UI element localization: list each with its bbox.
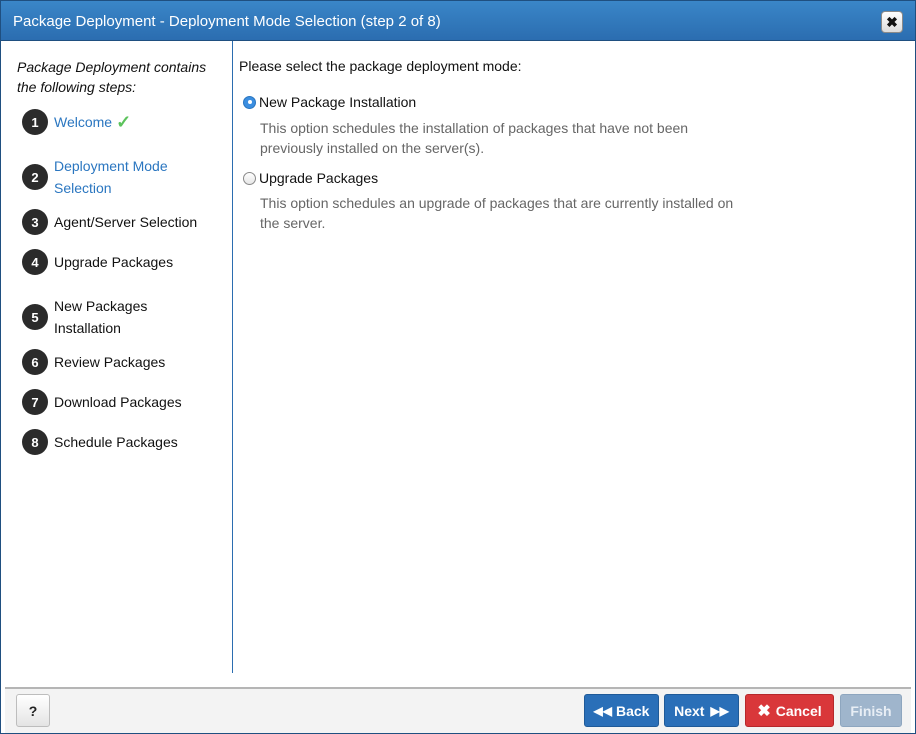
next-label: Next [674, 702, 705, 719]
step-agent-server-selection: 3 Agent/Server Selection [22, 209, 227, 235]
dialog-footer: ? ◀◀ Back Next ▶▶ ✖ Cancel Finish [5, 687, 911, 733]
option-label[interactable]: Upgrade Packages [259, 170, 378, 186]
finish-label: Finish [850, 702, 892, 719]
option-description: This option schedules an upgrade of pack… [260, 195, 734, 231]
step-label[interactable]: Deployment Mode Selection [54, 155, 204, 199]
step-deployment-mode-selection[interactable]: 2 Deployment Mode Selection [22, 155, 227, 199]
step-number-badge: 1 [22, 109, 48, 135]
cancel-label: Cancel [775, 702, 822, 719]
close-icon: ✖ [886, 13, 898, 30]
main-content: Please select the package deployment mod… [239, 41, 909, 673]
step-label: Upgrade Packages [54, 254, 174, 270]
upgrade-packages-radio[interactable] [243, 171, 256, 185]
sidebar-intro: Package Deployment contains the followin… [17, 59, 207, 95]
next-button[interactable]: Next ▶▶ [664, 694, 739, 727]
cancel-button[interactable]: ✖ Cancel [745, 694, 834, 727]
dialog-titlebar: Package Deployment - Deployment Mode Sel… [1, 1, 915, 41]
step-label: Agent/Server Selection [54, 214, 198, 230]
close-button[interactable]: ✖ [881, 11, 903, 33]
step-label[interactable]: Welcome [54, 111, 112, 133]
step-schedule-packages: 8 Schedule Packages [22, 429, 227, 455]
x-icon: ✖ [757, 702, 771, 720]
step-review-packages: 6 Review Packages [22, 349, 227, 375]
finish-button[interactable]: Finish [840, 694, 902, 727]
option-description: This option schedules the installation o… [260, 120, 689, 156]
deployment-mode-prompt: Please select the package deployment mod… [239, 58, 522, 74]
back-label: Back [616, 702, 650, 719]
step-number-badge: 2 [22, 164, 48, 190]
step-welcome[interactable]: 1 Welcome ✓ [22, 109, 227, 135]
dialog-title: Package Deployment - Deployment Mode Sel… [13, 13, 441, 30]
fast-forward-icon: ▶▶ [710, 703, 729, 718]
package-deployment-dialog: Package Deployment - Deployment Mode Sel… [0, 0, 916, 734]
step-label: Download Packages [54, 394, 182, 410]
option-label[interactable]: New Package Installation [259, 94, 416, 110]
step-label: New Packages Installation [54, 298, 148, 336]
step-download-packages: 7 Download Packages [22, 389, 227, 415]
step-number-badge: 4 [22, 249, 48, 275]
step-number-badge: 8 [22, 429, 48, 455]
help-button[interactable]: ? [16, 694, 50, 727]
step-number-badge: 7 [22, 389, 48, 415]
option-upgrade-packages[interactable]: Upgrade Packages [243, 170, 378, 186]
help-label: ? [28, 702, 38, 719]
check-icon: ✓ [116, 111, 132, 132]
back-button[interactable]: ◀◀ Back [584, 694, 659, 727]
step-upgrade-packages: 4 Upgrade Packages [22, 249, 227, 275]
step-number-badge: 6 [22, 349, 48, 375]
step-number-badge: 5 [22, 304, 48, 330]
new-package-installation-radio[interactable] [243, 95, 256, 109]
steps-sidebar: Package Deployment contains the followin… [5, 41, 233, 673]
rewind-icon: ◀◀ [593, 703, 612, 718]
step-number-badge: 3 [22, 209, 48, 235]
option-new-package-installation[interactable]: New Package Installation [243, 94, 416, 110]
step-label: Schedule Packages [54, 434, 178, 450]
step-label: Review Packages [54, 354, 166, 370]
step-new-packages-installation: 5 New Packages Installation [22, 295, 227, 339]
